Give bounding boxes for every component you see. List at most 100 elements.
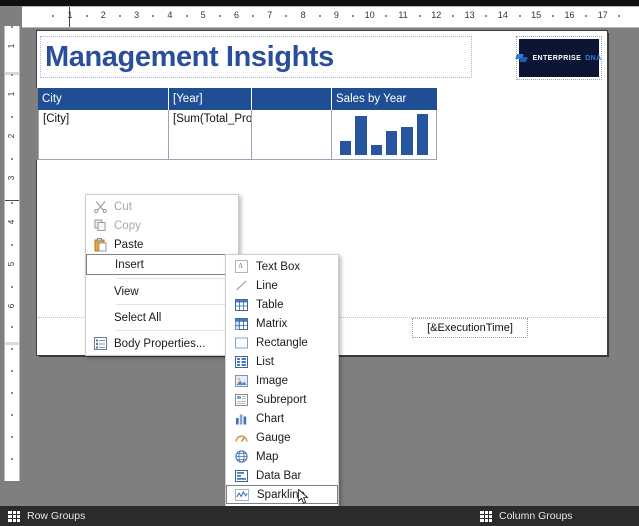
menu-item-icon-slot (226, 314, 256, 333)
ruler-half-tick (11, 116, 13, 118)
insert-menu-item-data-bar[interactable]: Data Bar (226, 466, 338, 485)
menu-separator (116, 278, 232, 279)
context-menu-item-paste[interactable]: Paste (86, 235, 238, 254)
insert-menu-item-map[interactable]: Map (226, 447, 338, 466)
ruler-half-tick (618, 15, 621, 17)
table-icon (234, 298, 248, 311)
vertical-ruler[interactable]: 1 1 2 3 4 5 6 (4, 26, 20, 481)
context-menu-item-body-properties[interactable]: Body Properties... (86, 334, 238, 353)
text-box-icon: A (234, 260, 248, 273)
menu-item-icon-slot (86, 308, 114, 327)
column-groups-label: Column Groups (499, 510, 573, 522)
context-menu-item-label: Insert (115, 258, 144, 271)
ruler-half-tick (11, 158, 13, 160)
ruler-tick-label: 11 (398, 10, 408, 20)
context-menu-item-label: Paste (114, 238, 144, 251)
menu-separator (116, 304, 232, 305)
ruler-tick-label: 1 (7, 91, 16, 97)
tablix-header-cell-blank[interactable] (252, 88, 332, 110)
ruler-tick-label: 17 (597, 10, 608, 20)
logo-image-box[interactable]: ENTERPRISE DNA (515, 36, 602, 80)
ruler-half-tick (11, 202, 13, 204)
ruler-half-tick (11, 436, 13, 438)
ruler-half-tick (551, 15, 554, 17)
logo-inner: ENTERPRISE DNA (515, 39, 601, 77)
enterprise-dna-logo-icon (515, 52, 529, 64)
ruler-origin-marker (5, 200, 19, 201)
ruler-tick-label: 15 (531, 10, 542, 20)
report-title-textbox[interactable]: Management Insights (40, 36, 472, 78)
execution-time-textbox[interactable]: [&ExecutionTime] (412, 318, 528, 338)
ruler-tick-label: 5 (7, 261, 16, 267)
matrix-icon (234, 317, 248, 330)
tablix-header-cell-year[interactable]: [Year] (169, 88, 252, 110)
grid-icon (8, 510, 20, 522)
ruler-tick-label: 4 (167, 10, 173, 20)
context-menu-item-view[interactable]: View▶ (86, 282, 238, 301)
svg-text:A: A (238, 262, 243, 270)
ruler-half-tick (118, 15, 121, 17)
ruler-half-tick (518, 15, 521, 17)
grouping-status-bar: Row Groups Column Groups (0, 506, 639, 526)
tablix-table[interactable]: City [Year] Sales by Year [City] [Sum(To… (38, 88, 437, 160)
ruler-half-tick (11, 244, 13, 246)
menu-item-icon-slot (226, 371, 256, 390)
page-title: Management Insights (45, 40, 334, 73)
tablix-header-cell-city[interactable]: City (38, 88, 169, 110)
ruler-tick-label: 3 (7, 175, 16, 181)
insert-menu-item-subreport[interactable]: Subreport (226, 390, 338, 409)
ruler-half-tick (585, 15, 588, 17)
ruler-tick-label: 4 (7, 219, 16, 225)
sparkline-icon (235, 488, 249, 501)
tablix-cell-total-profits[interactable]: [Sum(Total_Pro (169, 110, 252, 160)
tablix-header-row: City [Year] Sales by Year (38, 88, 437, 110)
insert-menu-item-table[interactable]: Table (226, 295, 338, 314)
sparkline-bar (370, 144, 382, 155)
copy-icon (94, 219, 107, 232)
context-menu-item-select-all[interactable]: Select All (86, 308, 238, 327)
menu-item-icon-slot (87, 255, 115, 274)
lower-left-workspace (0, 481, 22, 506)
tablix-cell-city[interactable]: [City] (38, 110, 169, 160)
context-menu-item-insert[interactable]: Insert▶ (86, 254, 238, 275)
menu-item-icon-slot (226, 466, 256, 485)
tablix-cell-sparkline[interactable] (332, 110, 437, 160)
insert-menu-item-label: Matrix (256, 317, 288, 330)
insert-submenu[interactable]: A Text Box Line Table Matrix Rectangle List Ima… (225, 254, 339, 526)
insert-menu-item-image[interactable]: Image (226, 371, 338, 390)
horizontal-ruler[interactable]: 1 2 3 4 5 6 7 8 9 10 11 12 13 14 15 16 17 (22, 6, 639, 28)
menu-item-icon-slot (227, 485, 257, 504)
ruler-half-tick (11, 286, 13, 288)
insert-menu-item-sparkline[interactable]: Sparkline (226, 485, 338, 504)
logo-word-enterprise: ENTERPRISE (532, 54, 582, 62)
ruler-tick-label: 2 (7, 133, 16, 139)
tablix-cell-blank[interactable] (252, 110, 332, 160)
insert-menu-item-rectangle[interactable]: Rectangle (226, 333, 338, 352)
ruler-tick-label: 13 (464, 10, 475, 20)
paste-icon (94, 237, 107, 252)
row-groups-label: Row Groups (27, 510, 86, 522)
sparkline-bar (416, 114, 428, 155)
insert-menu-item-list[interactable]: List (226, 352, 338, 371)
insert-menu-item-label: Rectangle (256, 336, 308, 349)
menu-item-icon-slot (226, 333, 256, 352)
ruler-half-tick (11, 326, 13, 328)
insert-menu-item-gauge[interactable]: Gauge (226, 428, 338, 447)
insert-menu-item-label: Subreport (256, 393, 307, 406)
insert-menu-item-line[interactable]: Line (226, 276, 338, 295)
insert-menu-item-matrix[interactable]: Matrix (226, 314, 338, 333)
insert-menu-item-text-box[interactable]: A Text Box (226, 257, 338, 276)
column-groups-panel-button[interactable]: Column Groups (480, 510, 573, 522)
rectangle-icon (234, 337, 248, 349)
menu-item-icon-slot: A (226, 257, 256, 276)
insert-menu-item-chart[interactable]: Chart (226, 409, 338, 428)
ruler-half-tick (11, 414, 13, 416)
list-icon (234, 355, 248, 368)
insert-menu-item-label: Gauge (256, 431, 291, 444)
row-groups-panel-button[interactable]: Row Groups (8, 510, 85, 522)
sparkline-bar (355, 115, 367, 155)
subreport-icon (234, 393, 248, 406)
properties-icon (93, 337, 107, 350)
context-menu[interactable]: Cut Copy Paste Insert▶ View▶ Select All Body P… (85, 194, 239, 356)
tablix-header-cell-sales-by-year[interactable]: Sales by Year (332, 88, 437, 110)
